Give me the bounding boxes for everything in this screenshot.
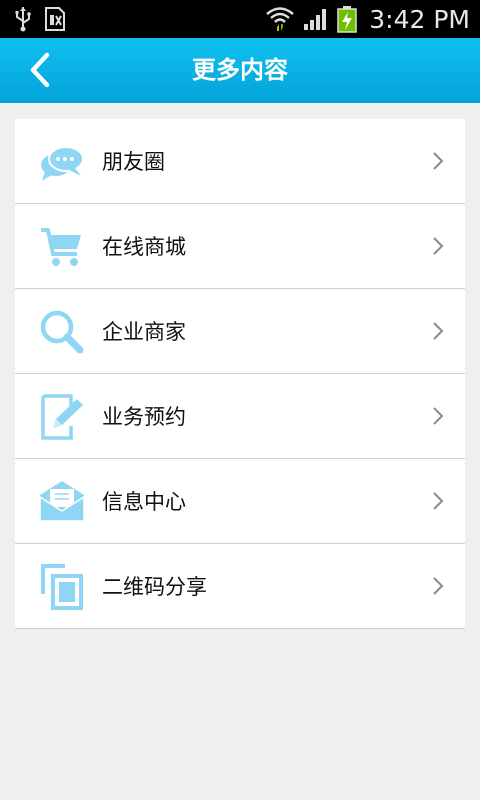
envelope-icon	[39, 481, 85, 522]
menu-item-moments[interactable]: 朋友圈	[15, 119, 465, 204]
menu-item-label: 企业商家	[102, 320, 186, 344]
menu-item-label: 二维码分享	[102, 575, 207, 599]
chevron-right-icon	[433, 152, 444, 170]
search-icon	[40, 310, 84, 354]
chevron-right-icon	[433, 492, 444, 510]
status-right-icons: 3:42 PM	[265, 0, 470, 38]
chevron-right-icon	[433, 407, 444, 425]
menu-item-label: 信息中心	[102, 490, 186, 514]
copy-share-icon	[41, 564, 83, 610]
back-button[interactable]	[18, 48, 62, 92]
menu-item-online-mall[interactable]: 在线商城	[15, 204, 465, 289]
status-bar: 3:42 PM	[0, 0, 480, 38]
chevron-left-icon	[30, 52, 50, 88]
signal-icon	[304, 9, 327, 30]
battery-icon	[337, 6, 358, 33]
wifi-icon	[266, 7, 295, 31]
chevron-right-icon	[433, 577, 444, 595]
status-left-icons	[14, 6, 66, 32]
menu-item-qr-share[interactable]: 二维码分享	[15, 544, 465, 629]
usb-icon	[15, 7, 31, 32]
chevron-right-icon	[433, 237, 444, 255]
sim-card-icon	[45, 7, 65, 31]
app-bar: 更多内容	[0, 38, 480, 103]
menu-list: 朋友圈 在线商城 企业商家 业务预约 信息中心 二维码分享	[15, 119, 465, 629]
menu-item-appointment[interactable]: 业务预约	[15, 374, 465, 459]
status-time: 3:42 PM	[369, 4, 470, 34]
menu-item-info-center[interactable]: 信息中心	[15, 459, 465, 544]
page-title: 更多内容	[192, 56, 288, 84]
chevron-right-icon	[433, 322, 444, 340]
shopping-cart-icon	[41, 228, 81, 266]
menu-item-business[interactable]: 企业商家	[15, 289, 465, 374]
menu-item-label: 业务预约	[102, 405, 186, 429]
chat-bubble-icon	[41, 146, 84, 181]
menu-item-label: 朋友圈	[102, 150, 165, 174]
edit-note-icon	[41, 394, 83, 440]
menu-item-label: 在线商城	[102, 235, 186, 259]
